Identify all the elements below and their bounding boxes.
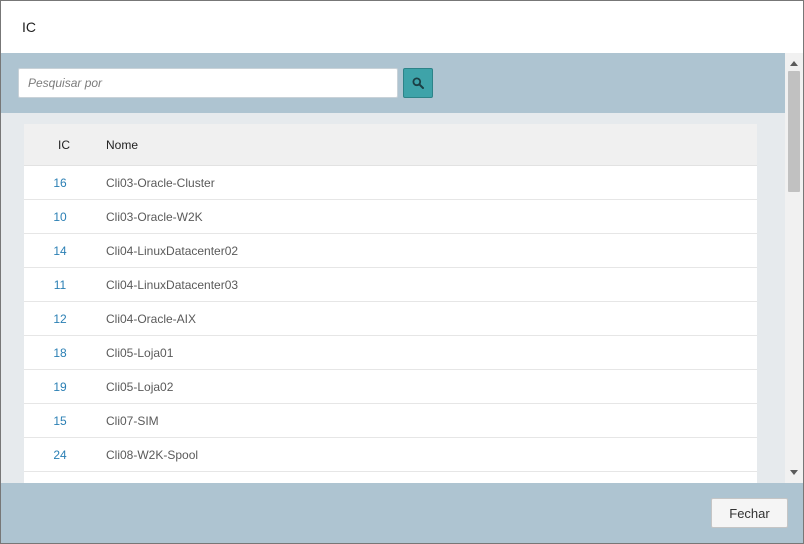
close-button[interactable]: Fechar (711, 498, 788, 528)
ic-name: Cli03-Oracle-Cluster (106, 176, 215, 190)
ic-link[interactable]: 18 (24, 346, 96, 360)
scroll-thumb[interactable] (788, 71, 800, 192)
table-row[interactable]: 11 Cli04-LinuxDatacenter03 (24, 268, 757, 302)
ic-name: Cli04-Oracle-AIX (106, 312, 197, 326)
ic-name: Cli04-LinuxDatacenter03 (106, 278, 239, 292)
table-header: IC Nome (24, 124, 757, 166)
search-icon (412, 77, 424, 89)
ic-link[interactable]: 15 (24, 414, 96, 428)
scroll-down-icon[interactable] (790, 470, 798, 475)
table-row[interactable]: 14 Cli04-LinuxDatacenter02 (24, 234, 757, 268)
table-row[interactable]: 15 Cli07-SIM (24, 404, 757, 438)
ic-table: IC Nome 16 Cli03-Oracle-Cluster 10 Cli03… (24, 124, 757, 483)
ic-link[interactable]: 24 (24, 448, 96, 462)
ic-link[interactable]: 14 (24, 244, 96, 258)
search-bar (1, 53, 785, 113)
ic-name: Cli05-Loja01 (106, 346, 174, 360)
table-row[interactable]: 19 Cli05-Loja02 (24, 370, 757, 404)
ic-name: Cli03-Oracle-W2K (106, 210, 203, 224)
table-row[interactable]: 24 Cli08-W2K-Spool (24, 438, 757, 472)
ic-link[interactable]: 19 (24, 380, 96, 394)
dialog-header: IC (1, 1, 803, 53)
ic-link[interactable]: 11 (24, 278, 96, 292)
ic-name: Cli05-Loja02 (106, 380, 174, 394)
search-input[interactable] (18, 68, 398, 98)
search-button[interactable] (403, 68, 433, 98)
column-header-nome[interactable]: Nome (106, 138, 138, 152)
table-body: 16 Cli03-Oracle-Cluster 10 Cli03-Oracle-… (24, 166, 757, 483)
ic-link[interactable]: 10 (24, 210, 96, 224)
table-row[interactable]: 10 Cli03-Oracle-W2K (24, 200, 757, 234)
table-row[interactable]: 18 Cli05-Loja01 (24, 336, 757, 370)
dialog-title: IC (22, 19, 36, 35)
scroll-up-icon[interactable] (790, 61, 798, 66)
table-row[interactable] (24, 472, 757, 483)
vertical-scrollbar[interactable] (785, 53, 803, 483)
column-header-ic[interactable]: IC (58, 138, 70, 152)
table-row[interactable]: 16 Cli03-Oracle-Cluster (24, 166, 757, 200)
ic-name: Cli07-SIM (106, 414, 159, 428)
dialog-body: IC Nome 16 Cli03-Oracle-Cluster 10 Cli03… (1, 53, 785, 483)
ic-link[interactable]: 16 (24, 176, 96, 190)
dialog-footer: Fechar (1, 483, 803, 543)
ic-link[interactable]: 12 (24, 312, 96, 326)
ic-name: Cli04-LinuxDatacenter02 (106, 244, 239, 258)
table-row[interactable]: 12 Cli04-Oracle-AIX (24, 302, 757, 336)
ic-selection-dialog: IC IC Nome 16 Cli03-Oracle-Cluster (0, 0, 804, 544)
ic-name: Cli08-W2K-Spool (106, 448, 199, 462)
